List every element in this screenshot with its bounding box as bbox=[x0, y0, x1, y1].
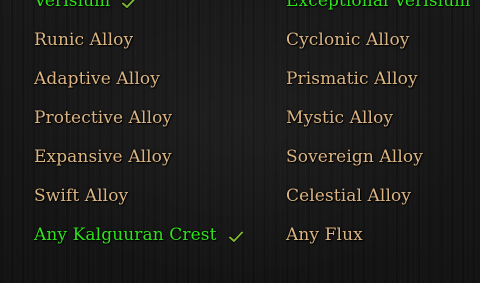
material-label: Mystic Alloy bbox=[286, 108, 394, 128]
material-entry-verisium[interactable]: Verisium bbox=[34, 0, 136, 11]
material-entry-any-flux[interactable]: Any Flux bbox=[286, 225, 363, 245]
material-label: Swift Alloy bbox=[34, 186, 129, 206]
material-label: Protective Alloy bbox=[34, 108, 173, 128]
material-entry-runic-alloy[interactable]: Runic Alloy bbox=[34, 30, 133, 50]
material-entry-sovereign-alloy[interactable]: Sovereign Alloy bbox=[286, 147, 423, 167]
material-label: Adaptive Alloy bbox=[34, 69, 160, 89]
material-label: Sovereign Alloy bbox=[286, 147, 423, 167]
material-label: Any Flux bbox=[286, 225, 363, 245]
material-entry-swift-alloy[interactable]: Swift Alloy bbox=[34, 186, 128, 206]
material-entry-cyclonic-alloy[interactable]: Cyclonic Alloy bbox=[286, 30, 410, 50]
material-label: Expansive Alloy bbox=[34, 147, 172, 167]
material-label: Prismatic Alloy bbox=[286, 69, 418, 89]
material-entry-mystic-alloy[interactable]: Mystic Alloy bbox=[286, 108, 393, 128]
material-entry-any-kalguuran-crest[interactable]: Any Kalguuran Crest bbox=[34, 225, 244, 245]
material-entry-prismatic-alloy[interactable]: Prismatic Alloy bbox=[286, 69, 418, 89]
material-label: Celestial Alloy bbox=[286, 186, 412, 206]
checkmark-icon bbox=[227, 228, 244, 243]
material-entry-adaptive-alloy[interactable]: Adaptive Alloy bbox=[34, 69, 160, 89]
material-entry-celestial-alloy[interactable]: Celestial Alloy bbox=[286, 186, 411, 206]
material-entry-expansive-alloy[interactable]: Expansive Alloy bbox=[34, 147, 172, 167]
material-label: Any Kalguuran Crest bbox=[34, 225, 217, 245]
crafting-materials-panel: Verisium Runic Alloy Adaptive Alloy Prot… bbox=[0, 0, 480, 283]
material-label: Cyclonic Alloy bbox=[286, 30, 410, 50]
material-label: Verisium bbox=[34, 0, 111, 11]
material-entry-exceptional-verisium[interactable]: Exceptional Verisium bbox=[286, 0, 470, 11]
material-entry-protective-alloy[interactable]: Protective Alloy bbox=[34, 108, 172, 128]
checkmark-icon bbox=[121, 0, 136, 9]
material-label: Runic Alloy bbox=[34, 30, 134, 50]
material-label: Exceptional Verisium bbox=[286, 0, 471, 11]
